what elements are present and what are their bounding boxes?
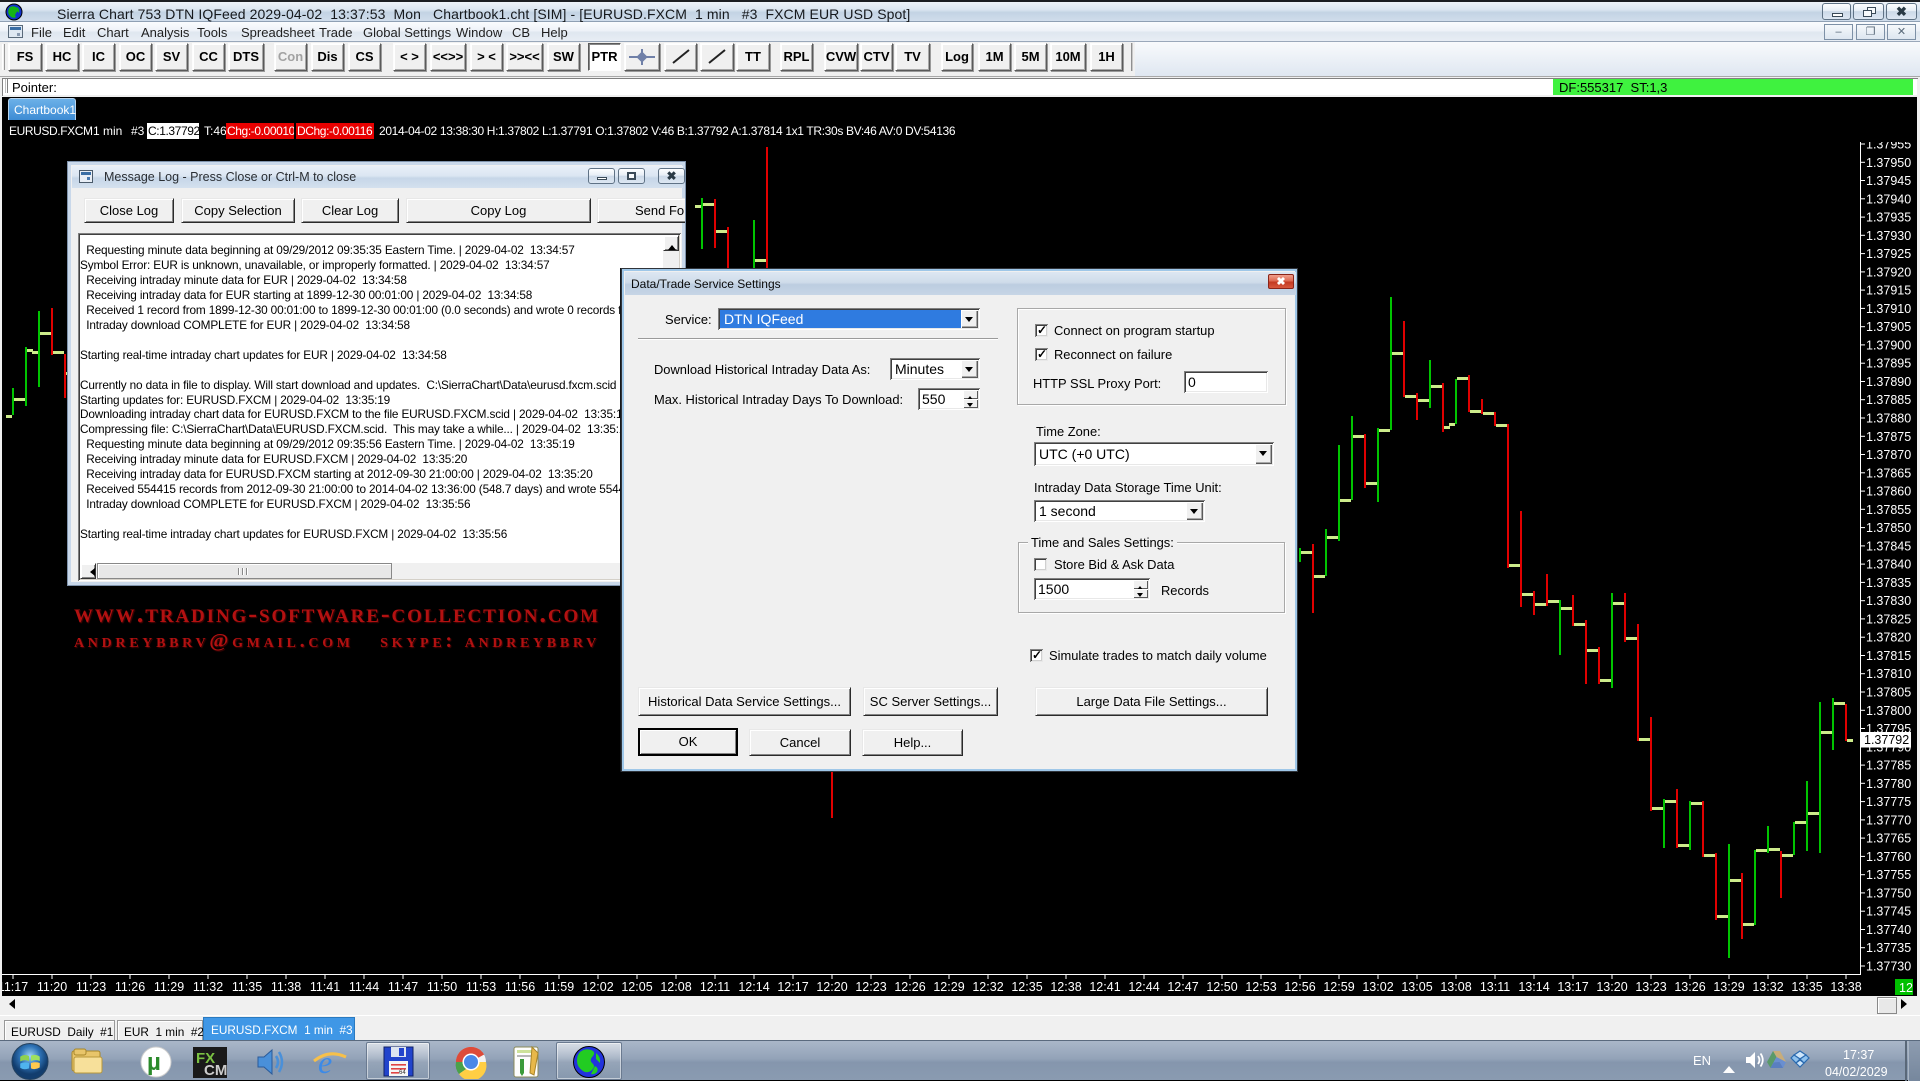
svg-text:12:26: 12:26 — [894, 980, 925, 994]
svg-text:12:14: 12:14 — [738, 980, 769, 994]
svg-text:12:59: 12:59 — [1323, 980, 1354, 994]
svg-text:1.37792: 1.37792 — [1864, 733, 1909, 747]
svg-text:13:29: 13:29 — [1713, 980, 1744, 994]
svg-text:12:44: 12:44 — [1128, 980, 1159, 994]
svg-text:1.37855: 1.37855 — [1866, 503, 1911, 517]
svg-text:1.37840: 1.37840 — [1866, 558, 1911, 572]
svg-text:1.37755: 1.37755 — [1866, 868, 1911, 882]
svg-text:64: 64 — [399, 1070, 406, 1076]
svg-text:12:23: 12:23 — [855, 980, 886, 994]
svg-text:13:23: 13:23 — [1635, 980, 1666, 994]
svg-text:11:29: 11:29 — [154, 980, 184, 994]
svg-text:11:44: 11:44 — [349, 980, 379, 994]
svg-text:13:11: 13:11 — [1480, 980, 1510, 994]
svg-text:1.37760: 1.37760 — [1866, 850, 1911, 864]
svg-text:1.37740: 1.37740 — [1866, 923, 1911, 937]
svg-text:12:29: 12:29 — [933, 980, 964, 994]
svg-text:1.37745: 1.37745 — [1866, 905, 1911, 919]
svg-text:1.37805: 1.37805 — [1866, 686, 1911, 700]
svg-text:1.37935: 1.37935 — [1866, 211, 1911, 225]
svg-text:1.37775: 1.37775 — [1866, 795, 1911, 809]
svg-text:1.37735: 1.37735 — [1866, 941, 1911, 955]
svg-text:11:59: 11:59 — [544, 980, 574, 994]
svg-text:1.37910: 1.37910 — [1866, 302, 1911, 316]
svg-text:13:14: 13:14 — [1518, 980, 1549, 994]
svg-text:1.37820: 1.37820 — [1866, 631, 1911, 645]
svg-text:1.37830: 1.37830 — [1866, 594, 1911, 608]
svg-text:1.37955: 1.37955 — [1866, 142, 1911, 152]
svg-text:11:41: 11:41 — [310, 980, 340, 994]
svg-text:12: 12 — [1899, 981, 1913, 995]
svg-text:12:53: 12:53 — [1245, 980, 1276, 994]
svg-text:11:32: 11:32 — [193, 980, 223, 994]
svg-text:11:38: 11:38 — [271, 980, 301, 994]
svg-text:11:26: 11:26 — [115, 980, 145, 994]
svg-text:1.37940: 1.37940 — [1866, 192, 1911, 206]
svg-text:11:20: 11:20 — [37, 980, 67, 994]
svg-text:1.37950: 1.37950 — [1866, 156, 1911, 170]
svg-text:1.37800: 1.37800 — [1866, 704, 1911, 718]
svg-text:1.37785: 1.37785 — [1866, 759, 1911, 773]
svg-text:12:08: 12:08 — [660, 980, 691, 994]
svg-text:13:26: 13:26 — [1674, 980, 1705, 994]
svg-text:11:17: 11:17 — [0, 980, 28, 994]
svg-text:12:47: 12:47 — [1167, 980, 1198, 994]
svg-text:1.37905: 1.37905 — [1866, 320, 1911, 334]
svg-text:1.37750: 1.37750 — [1866, 886, 1911, 900]
svg-text:12:17: 12:17 — [777, 980, 808, 994]
svg-text:e: e — [318, 1045, 332, 1079]
svg-text:1.37930: 1.37930 — [1866, 229, 1911, 243]
svg-text:13:38: 13:38 — [1830, 980, 1861, 994]
svg-text:1.37915: 1.37915 — [1866, 284, 1911, 298]
svg-text:12:35: 12:35 — [1011, 980, 1042, 994]
svg-text:1.37885: 1.37885 — [1866, 393, 1911, 407]
svg-text:1.37730: 1.37730 — [1866, 960, 1911, 974]
svg-text:1.37780: 1.37780 — [1866, 777, 1911, 791]
svg-text:12:11: 12:11 — [700, 980, 730, 994]
svg-text:1.37845: 1.37845 — [1866, 539, 1911, 553]
svg-text:1.37870: 1.37870 — [1866, 448, 1911, 462]
svg-text:12:32: 12:32 — [972, 980, 1003, 994]
svg-text:1.37850: 1.37850 — [1866, 521, 1911, 535]
svg-text:1.37900: 1.37900 — [1866, 338, 1911, 352]
svg-text:1.37825: 1.37825 — [1866, 612, 1911, 626]
svg-text:12:20: 12:20 — [816, 980, 847, 994]
svg-text:12:56: 12:56 — [1284, 980, 1315, 994]
svg-text:1.37895: 1.37895 — [1866, 357, 1911, 371]
svg-text:1.37770: 1.37770 — [1866, 813, 1911, 827]
svg-text:1.37810: 1.37810 — [1866, 667, 1911, 681]
svg-text:11:50: 11:50 — [427, 980, 457, 994]
svg-text:13:35: 13:35 — [1791, 980, 1822, 994]
svg-text:11:53: 11:53 — [466, 980, 496, 994]
svg-text:13:17: 13:17 — [1557, 980, 1588, 994]
svg-text:1.37920: 1.37920 — [1866, 265, 1911, 279]
svg-text:12:50: 12:50 — [1206, 980, 1237, 994]
svg-text:1.37865: 1.37865 — [1866, 466, 1911, 480]
svg-text:13:08: 13:08 — [1440, 980, 1471, 994]
svg-text:1.37890: 1.37890 — [1866, 375, 1911, 389]
svg-text:12:02: 12:02 — [582, 980, 613, 994]
svg-text:13:05: 13:05 — [1401, 980, 1432, 994]
svg-text:1.37815: 1.37815 — [1866, 649, 1911, 663]
svg-text:12:41: 12:41 — [1089, 980, 1120, 994]
svg-text:1.37880: 1.37880 — [1866, 412, 1911, 426]
svg-text:1.37875: 1.37875 — [1866, 430, 1911, 444]
svg-text:11:47: 11:47 — [388, 980, 418, 994]
svg-text:11:23: 11:23 — [76, 980, 106, 994]
svg-text:µ: µ — [147, 1049, 161, 1076]
svg-text:13:02: 13:02 — [1362, 980, 1393, 994]
svg-text:12:38: 12:38 — [1050, 980, 1081, 994]
svg-text:12:05: 12:05 — [621, 980, 652, 994]
svg-text:13:32: 13:32 — [1752, 980, 1783, 994]
svg-text:1.37925: 1.37925 — [1866, 247, 1911, 261]
svg-text:1.37945: 1.37945 — [1866, 174, 1911, 188]
svg-text:1.37765: 1.37765 — [1866, 832, 1911, 846]
svg-text:1.37860: 1.37860 — [1866, 485, 1911, 499]
svg-text:11:56: 11:56 — [505, 980, 535, 994]
svg-text:13:20: 13:20 — [1596, 980, 1627, 994]
svg-text:CM: CM — [204, 1062, 227, 1079]
svg-text:11:35: 11:35 — [232, 980, 262, 994]
svg-text:1.37835: 1.37835 — [1866, 576, 1911, 590]
